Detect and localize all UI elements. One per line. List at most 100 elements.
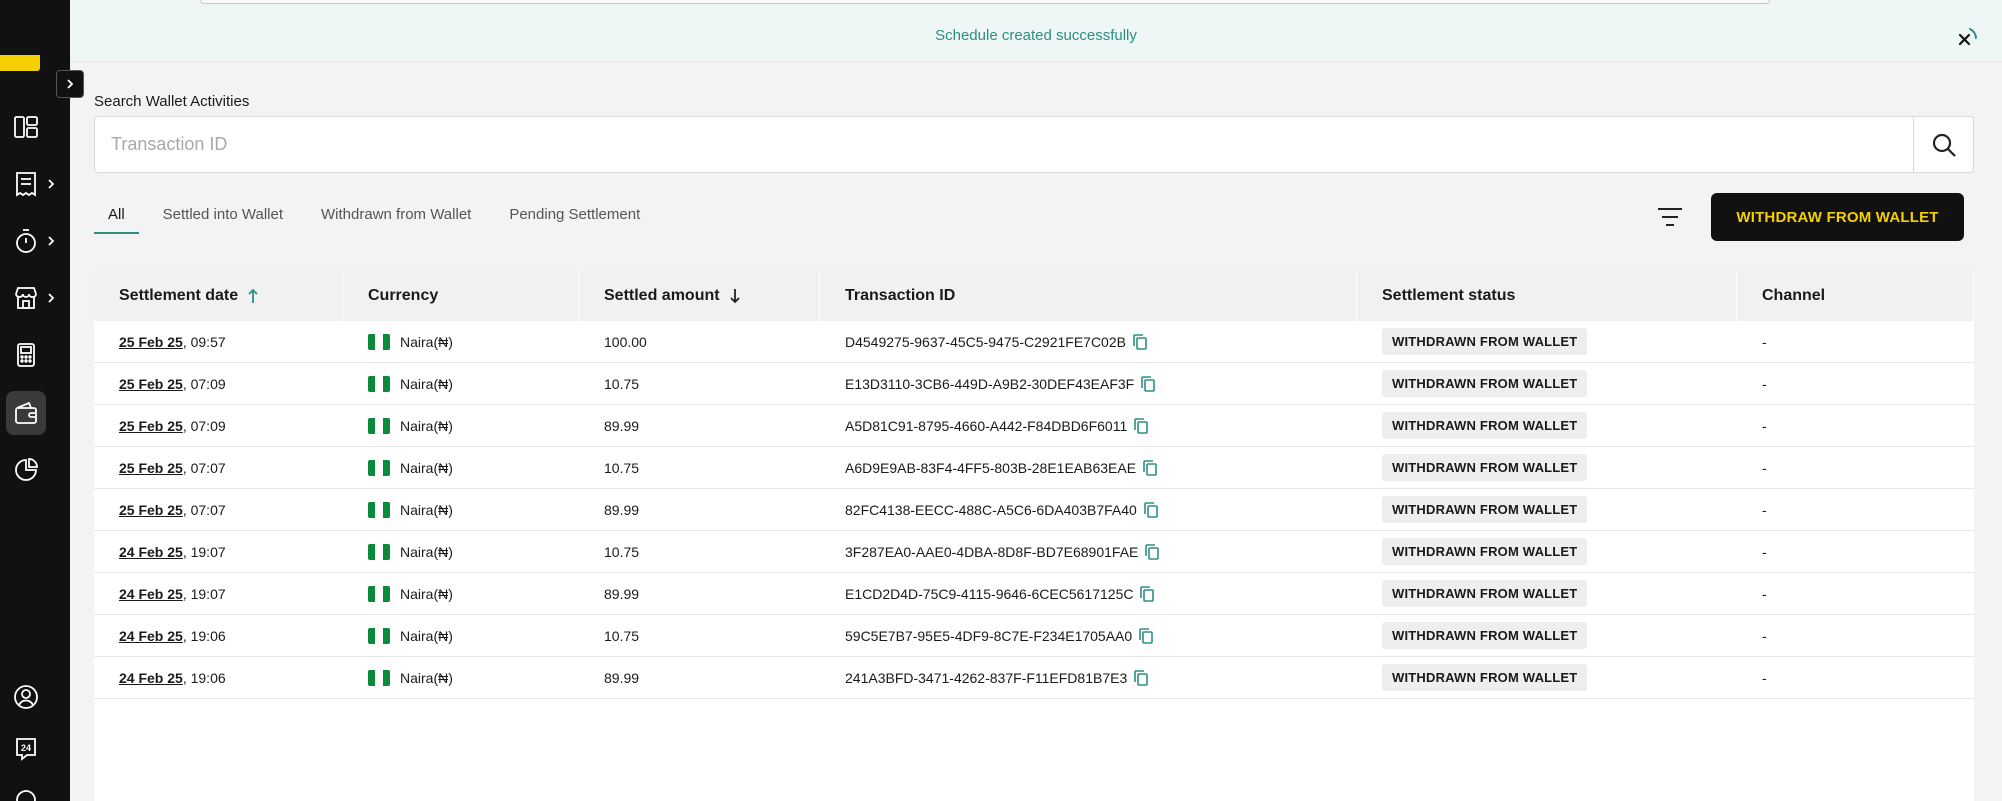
nigeria-flag-icon [368, 333, 390, 350]
settlement-date-cell: 25 Feb 25, 07:07 [94, 489, 343, 531]
wallet-activities-table: Settlement date Currency Settled amount … [94, 271, 1974, 801]
search-input[interactable] [95, 117, 1915, 172]
table-row[interactable]: 24 Feb 25, 19:06 Naira(₦) 89.99 241A3BFD… [94, 657, 1974, 699]
search-button[interactable] [1913, 117, 1973, 172]
copy-icon[interactable] [1139, 585, 1155, 603]
settlement-time: , 09:57 [182, 333, 226, 350]
withdraw-from-wallet-button[interactable]: WITHDRAW FROM WALLET [1711, 193, 1964, 241]
sort-ascending-icon[interactable] [246, 288, 260, 304]
settlement-date-link[interactable]: 25 Feb 25 [119, 334, 183, 350]
filter-tabs: All Settled into Wallet Withdrawn from W… [94, 200, 678, 234]
support-24-icon[interactable]: 24 [6, 729, 46, 769]
copy-icon[interactable] [1133, 669, 1149, 687]
table-row[interactable]: 24 Feb 25, 19:07 Naira(₦) 89.99 E1CD2D4D… [94, 573, 1974, 615]
table-row[interactable]: 25 Feb 25, 07:07 Naira(₦) 10.75 A6D9E9AB… [94, 447, 1974, 489]
sidebar: 24 [0, 0, 70, 801]
copy-icon[interactable] [1138, 627, 1154, 645]
settlement-date-link[interactable]: 24 Feb 25 [119, 628, 183, 644]
copy-icon[interactable] [1132, 333, 1148, 351]
table-row[interactable]: 25 Feb 25, 09:57 Naira(₦) 100.00 D454927… [94, 321, 1974, 363]
receipt-icon[interactable] [6, 164, 46, 204]
transaction-id-text: 241A3BFD-3471-4262-837F-F11EFD81B7E3 [845, 669, 1128, 686]
user-profile-icon[interactable] [6, 677, 46, 717]
column-header-label: Settlement date [119, 287, 239, 304]
sidebar-expand-button[interactable] [56, 70, 84, 98]
settlement-date-cell: 24 Feb 25, 19:06 [94, 657, 343, 699]
currency-label: Naira(₦) [400, 333, 453, 350]
settlement-date-cell: 24 Feb 25, 19:07 [94, 531, 343, 573]
table-row[interactable]: 25 Feb 25, 07:07 Naira(₦) 89.99 82FC4138… [94, 489, 1974, 531]
column-header-label: Settled amount [604, 287, 720, 304]
copy-icon[interactable] [1144, 543, 1160, 561]
chevron-right-icon[interactable] [44, 291, 58, 305]
dashboard-icon[interactable] [6, 107, 46, 147]
table-row[interactable]: 24 Feb 25, 19:07 Naira(₦) 10.75 3F287EA0… [94, 531, 1974, 573]
status-badge: WITHDRAWN FROM WALLET [1382, 664, 1588, 691]
column-header-label: Transaction ID [845, 287, 956, 304]
status-badge: WITHDRAWN FROM WALLET [1382, 538, 1588, 565]
column-header-settled-amount[interactable]: Settled amount [579, 271, 820, 321]
tab-withdrawn-from-wallet[interactable]: Withdrawn from Wallet [321, 200, 471, 234]
copy-icon[interactable] [1140, 375, 1156, 393]
nigeria-flag-icon [368, 459, 390, 476]
channel-cell: - [1762, 333, 1767, 350]
column-header-label: Currency [368, 287, 439, 304]
currency-label: Naira(₦) [400, 543, 453, 560]
settlement-date-cell: 25 Feb 25, 07:07 [94, 447, 343, 489]
table-row[interactable]: 24 Feb 25, 19:06 Naira(₦) 10.75 59C5E7B7… [94, 615, 1974, 657]
transaction-id-text: 82FC4138-EECC-488C-A5C6-6DA403B7FA40 [845, 501, 1137, 518]
tab-settled-into-wallet[interactable]: Settled into Wallet [163, 200, 283, 234]
table-row[interactable]: 25 Feb 25, 07:09 Naira(₦) 89.99 A5D81C91… [94, 405, 1974, 447]
transaction-id-text: E1CD2D4D-75C9-4115-9646-6CEC5617125C [845, 585, 1134, 602]
transaction-id-text: 3F287EA0-AAE0-4DBA-8D8F-BD7E68901FAE [845, 543, 1139, 560]
support-badge-text: 24 [21, 743, 31, 753]
currency-label: Naira(₦) [400, 669, 453, 686]
status-badge: WITHDRAWN FROM WALLET [1382, 580, 1588, 607]
settlement-date-link[interactable]: 24 Feb 25 [119, 670, 183, 686]
settlement-status-cell: WITHDRAWN FROM WALLET [1357, 321, 1737, 363]
settlement-date-link[interactable]: 25 Feb 25 [119, 418, 183, 434]
transaction-id-text: A6D9E9AB-83F4-4FF5-803B-28E1EAB63EAE [845, 459, 1137, 476]
tab-pending-settlement[interactable]: Pending Settlement [509, 200, 640, 234]
transaction-id-text: 59C5E7B7-95E5-4DF9-8C7E-F234E1705AA0 [845, 627, 1133, 644]
toast-close-button[interactable] [1950, 24, 1980, 54]
brand-logo[interactable] [0, 55, 40, 71]
settlement-date-link[interactable]: 25 Feb 25 [119, 376, 183, 392]
settlement-date-cell: 25 Feb 25, 07:09 [94, 405, 343, 447]
pos-terminal-icon[interactable] [6, 335, 46, 375]
currency-cell: Naira(₦) [343, 363, 579, 405]
table-row[interactable]: 25 Feb 25, 07:09 Naira(₦) 10.75 E13D3110… [94, 363, 1974, 405]
sort-descending-icon[interactable] [728, 288, 742, 304]
copy-icon[interactable] [1142, 459, 1158, 477]
settings-icon[interactable] [6, 780, 46, 801]
settlement-date-link[interactable]: 24 Feb 25 [119, 586, 183, 602]
status-badge: WITHDRAWN FROM WALLET [1382, 328, 1588, 355]
column-header-settlement-date[interactable]: Settlement date [94, 271, 343, 321]
channel-cell: - [1762, 459, 1767, 476]
chevron-right-icon[interactable] [44, 234, 58, 248]
wallet-icon[interactable] [6, 391, 46, 435]
nigeria-flag-icon [368, 543, 390, 560]
tab-all[interactable]: All [94, 200, 139, 234]
pie-chart-icon[interactable] [6, 450, 46, 490]
chevron-right-icon[interactable] [44, 177, 58, 191]
copy-icon[interactable] [1133, 417, 1149, 435]
settlement-date-link[interactable]: 25 Feb 25 [119, 502, 183, 518]
currency-cell: Naira(₦) [343, 405, 579, 447]
settlement-date-link[interactable]: 25 Feb 25 [119, 460, 183, 476]
currency-cell: Naira(₦) [343, 531, 579, 573]
column-header-currency: Currency [343, 271, 579, 321]
transaction-id-cell: A5D81C91-8795-4660-A442-F84DBD6F6011 [820, 405, 1357, 447]
settlement-status-cell: WITHDRAWN FROM WALLET [1357, 489, 1737, 531]
channel-cell: - [1762, 669, 1767, 686]
filter-button[interactable] [1655, 202, 1685, 232]
settled-amount-cell: 89.99 [604, 669, 640, 686]
settlement-date-link[interactable]: 24 Feb 25 [119, 544, 183, 560]
nigeria-flag-icon [368, 627, 390, 644]
status-badge: WITHDRAWN FROM WALLET [1382, 370, 1588, 397]
settlement-date-cell: 24 Feb 25, 19:07 [94, 573, 343, 615]
copy-icon[interactable] [1143, 501, 1159, 519]
timer-icon[interactable] [6, 221, 46, 261]
settled-amount-cell: 89.99 [604, 417, 640, 434]
storefront-icon[interactable] [6, 278, 46, 318]
